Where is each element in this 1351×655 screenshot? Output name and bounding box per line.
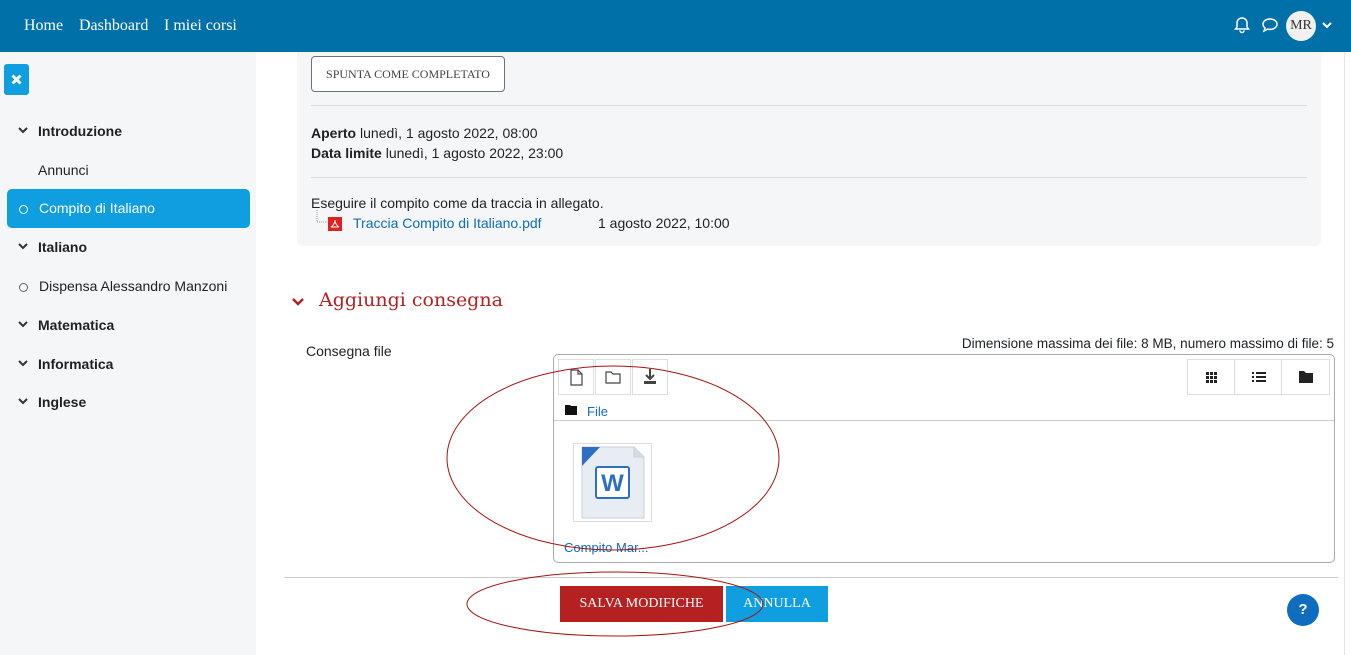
word-document-icon: W <box>581 446 645 519</box>
opened-label: Aperto <box>311 125 357 141</box>
nav-dashboard[interactable]: Dashboard <box>79 17 148 35</box>
download-all-button[interactable] <box>632 359 668 395</box>
activity-status-icon <box>19 283 28 292</box>
activity-status-icon <box>19 205 28 214</box>
file-name[interactable]: Compito Mar... <box>564 540 649 555</box>
chevron-down-icon[interactable] <box>291 296 305 308</box>
chevron-down-icon[interactable] <box>18 396 28 406</box>
save-changes-button[interactable]: SALVA MODIFICHE <box>560 586 723 622</box>
drawer-section-italiano[interactable]: Italiano <box>38 239 294 255</box>
file-limits-text: Dimensione massima dei file: 8 MB, numer… <box>961 336 1334 351</box>
grid-icon <box>1206 372 1217 383</box>
drawer-item-annunci[interactable]: Annunci <box>38 162 294 178</box>
course-index-drawer: Introduzione Annunci Compito di Italiano… <box>0 52 256 655</box>
bell-icon[interactable] <box>1233 16 1251 34</box>
divider <box>284 577 1338 578</box>
view-list-button[interactable] <box>1234 359 1283 395</box>
download-icon <box>644 369 656 384</box>
chevron-down-icon[interactable] <box>18 241 28 251</box>
nav-home[interactable]: Home <box>24 17 63 35</box>
file-submission-label: Consegna file <box>306 343 392 359</box>
divider <box>554 420 1334 421</box>
due-value: lunedì, 1 agosto 2022, 23:00 <box>385 145 564 161</box>
drawer-item-compito-di-italiano[interactable]: Compito di Italiano <box>39 200 295 216</box>
assignment-description: Eseguire il compito come da traccia in a… <box>311 195 604 211</box>
help-button[interactable]: ? <box>1287 594 1319 626</box>
view-icons-button[interactable] <box>1187 359 1236 395</box>
attachment-date: 1 agosto 2022, 10:00 <box>598 215 730 231</box>
file-thumbnail[interactable]: W <box>573 443 652 522</box>
opened-value: lunedì, 1 agosto 2022, 08:00 <box>360 125 538 141</box>
user-avatar[interactable]: MR <box>1286 11 1316 41</box>
drawer-section-inglese[interactable]: Inglese <box>38 394 294 410</box>
drawer-item-dispensa[interactable]: Dispensa Alessandro Manzoni <box>39 278 295 294</box>
add-file-button[interactable] <box>558 359 594 395</box>
chevron-down-icon[interactable] <box>18 125 28 135</box>
folder-icon <box>565 405 577 415</box>
close-icon <box>11 74 22 85</box>
nav-my-courses[interactable]: I miei corsi <box>164 17 237 35</box>
chevron-down-icon[interactable] <box>18 358 28 368</box>
file-manager: File W Compito Mar... <box>553 354 1335 563</box>
drawer-section-informatica[interactable]: Informatica <box>38 356 294 372</box>
cancel-button[interactable]: ANNULLA <box>726 586 828 622</box>
list-icon <box>1252 372 1266 382</box>
attachment-link[interactable]: Traccia Compito di Italiano.pdf <box>353 215 542 231</box>
svg-text:W: W <box>601 470 624 497</box>
chevron-down-icon[interactable] <box>1322 20 1332 30</box>
create-folder-button[interactable] <box>595 359 631 395</box>
due-label: Data limite <box>311 145 382 161</box>
file-icon <box>570 369 583 386</box>
due-date: Data limite lunedì, 1 agosto 2022, 23:00 <box>311 145 563 161</box>
drawer-section-introduzione[interactable]: Introduzione <box>38 123 294 139</box>
top-navbar: Home Dashboard I miei corsi MR <box>0 0 1351 52</box>
chat-icon[interactable] <box>1261 16 1279 34</box>
add-submission-title[interactable]: Aggiungi consegna <box>319 289 503 311</box>
divider <box>311 177 1307 178</box>
mark-complete-button[interactable]: SPUNTA COME COMPLETATO <box>311 56 505 92</box>
opened-date: Aperto lunedì, 1 agosto 2022, 08:00 <box>311 125 538 141</box>
folder-icon <box>605 371 621 384</box>
divider <box>311 105 1307 106</box>
drawer-section-matematica[interactable]: Matematica <box>38 317 294 333</box>
chevron-down-icon[interactable] <box>18 319 28 329</box>
folder-icon <box>1299 371 1313 383</box>
view-tree-button[interactable] <box>1281 359 1330 395</box>
folder-path-link[interactable]: File <box>587 404 608 419</box>
page-scrollbar[interactable] <box>1344 52 1351 655</box>
close-drawer-button[interactable] <box>4 64 29 95</box>
